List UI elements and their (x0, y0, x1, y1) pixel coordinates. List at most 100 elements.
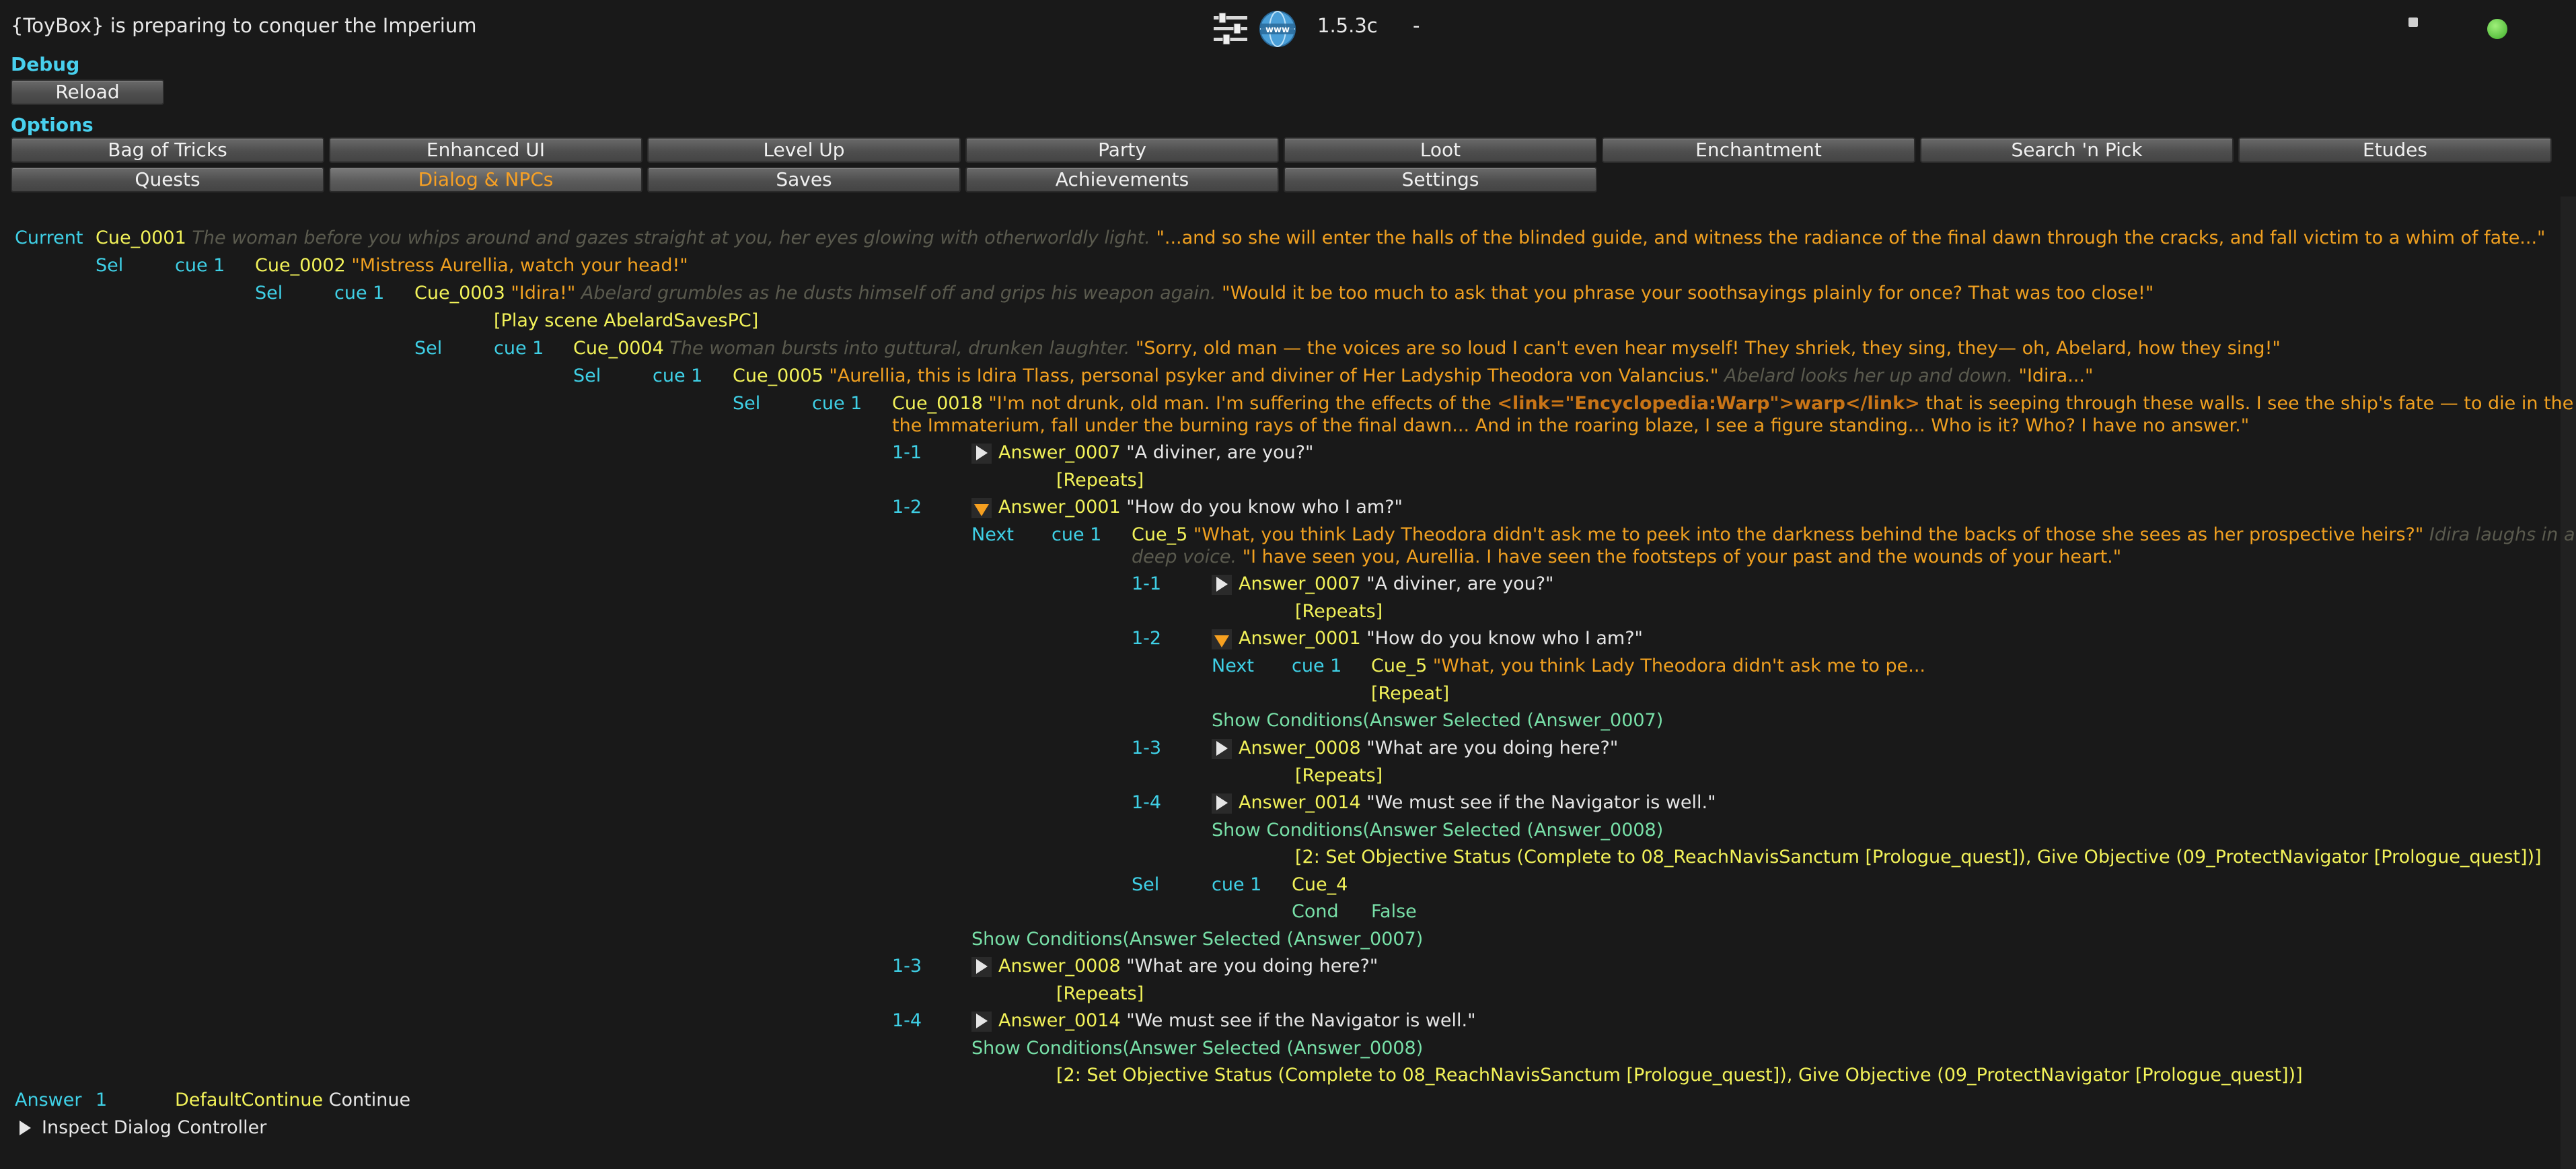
cue-text: "I'm not drunk, old man. I'm suffering t… (988, 393, 1492, 414)
options-heading: Options (11, 114, 94, 136)
sel-label[interactable]: Sel (1132, 872, 1159, 898)
sel-label[interactable]: Sel (255, 280, 283, 307)
status-green-icon (2487, 19, 2507, 39)
answer-number: 1-1 (892, 442, 922, 463)
answer-text: "A diviner, are you?" (1366, 573, 1554, 594)
tab-enhanced-ui[interactable]: Enhanced UI (329, 137, 642, 163)
cue-id: Cue_0003 (414, 283, 505, 304)
cue-id: Cue_0005 (733, 365, 823, 386)
cue-id: Cue_5 (1371, 656, 1428, 676)
cue-line-2: deep voice. "I have seen you, Aurellia. … (1132, 544, 2121, 571)
cue-count: cue 1 (1292, 656, 1342, 676)
svg-text:www: www (1265, 25, 1290, 35)
answer-number: 1-1 (1132, 573, 1162, 594)
cue-text: "...and so she will enter the halls of t… (1156, 227, 2546, 248)
cue-count: cue 1 (1212, 874, 1262, 895)
answer-number: 1-2 (1132, 628, 1162, 649)
cue-text: "What, you think Lady Theodora didn't as… (1193, 524, 2424, 545)
cue-id: Cue_0002 (255, 255, 346, 276)
answer-number: 1-2 (892, 497, 922, 518)
show-conditions: Show Conditions(Answer Selected (Answer_… (1212, 820, 1664, 841)
answer-text: "How do you know who I am?" (1126, 497, 1403, 518)
tab-achievements[interactable]: Achievements (965, 167, 1279, 192)
expand-arrow-icon[interactable] (1212, 738, 1232, 759)
expand-arrow-icon[interactable] (971, 1011, 992, 1032)
answer-id: Answer_0001 (998, 497, 1121, 518)
answer-line[interactable]: Answer_0014 "We must see if the Navigato… (1212, 789, 1716, 816)
tab-settings[interactable]: Settings (1284, 167, 1597, 192)
tab-enchantment[interactable]: Enchantment (1602, 137, 1915, 163)
tab-saves[interactable]: Saves (647, 167, 961, 192)
answer-line[interactable]: Answer_0007 "A diviner, are you?" (1212, 571, 1553, 598)
tab-loot[interactable]: Loot (1284, 137, 1597, 163)
tab-quests[interactable]: Quests (11, 167, 324, 192)
sliders-icon[interactable] (1211, 9, 1250, 48)
sel-label[interactable]: Sel (96, 252, 123, 279)
cue-id: Cue_0004 (573, 338, 664, 359)
repeats-tag: [Repeats] (1295, 601, 1383, 622)
tab-dialog-npcs[interactable]: Dialog & NPCs (329, 167, 642, 192)
expand-arrow-icon[interactable] (1212, 574, 1232, 595)
next-label: Next (1212, 656, 1254, 676)
cue-action: [Play scene AbelardSavesPC] (494, 310, 759, 331)
answer-text: "How do you know who I am?" (1366, 628, 1643, 649)
answer-number: 1-4 (892, 1010, 922, 1031)
repeats-tag: [Repeats] (1056, 983, 1144, 1004)
show-conditions: Show Conditions(Answer Selected (Answer_… (1212, 710, 1664, 731)
answer-number: 1-4 (1132, 792, 1162, 813)
cue-description: Abelard grumbles as he dusts himself off… (581, 283, 1216, 304)
objective-action: [2: Set Objective Status (Complete to 08… (1056, 1065, 2303, 1086)
cue-text-c: the Immaterium, fall under the burning r… (892, 415, 2250, 436)
answer-text: "What are you doing here?" (1366, 738, 1619, 758)
scrollbar[interactable] (2561, 197, 2576, 1169)
expand-arrow-icon[interactable] (15, 1119, 35, 1139)
answer-line[interactable]: Answer_0008 "What are you doing here?" (1212, 735, 1618, 762)
window-title: {ToyBox} is preparing to conquer the Imp… (11, 14, 477, 37)
tab-level-up[interactable]: Level Up (647, 137, 961, 163)
default-continue-line[interactable]: DefaultContinue Continue (175, 1087, 410, 1114)
expand-arrow-icon[interactable] (1212, 793, 1232, 814)
cue-text: "What, you think Lady Theodora didn't as… (1432, 656, 1926, 676)
reload-button[interactable]: Reload (11, 79, 164, 105)
tab-party[interactable]: Party (965, 137, 1279, 163)
cue-id: Cue_4 (1292, 874, 1348, 895)
sel-label[interactable]: Sel (414, 335, 442, 362)
answer-id: Answer_0007 (1239, 573, 1361, 594)
tab-etudes[interactable]: Etudes (2238, 137, 2552, 163)
answer-text: "A diviner, are you?" (1126, 442, 1314, 463)
expand-arrow-icon[interactable] (971, 956, 992, 977)
expand-arrow-icon[interactable] (971, 443, 992, 464)
tab-search-n-pick[interactable]: Search 'n Pick (1920, 137, 2234, 163)
cue-id: Cue_5 (1132, 524, 1188, 545)
answer-id: Answer_0008 (1239, 738, 1361, 758)
answer-line[interactable]: Answer_0008 "What are you doing here?" (971, 953, 1378, 980)
answer-line[interactable]: Answer_0001 "How do you know who I am?" (1212, 625, 1643, 652)
www-globe-icon[interactable]: www (1258, 9, 1297, 48)
answer-line[interactable]: Answer_0001 "How do you know who I am?" (971, 494, 1403, 521)
inspect-label: Inspect Dialog Controller (42, 1117, 267, 1138)
cue-text: "Aurellia, this is Idira Tlass, personal… (829, 365, 1719, 386)
cond-value: False (1371, 901, 1417, 922)
answer-id: Answer_0001 (1239, 628, 1361, 649)
version-label: 1.5.3c (1317, 14, 1378, 37)
collapse-arrow-icon[interactable] (1212, 629, 1232, 649)
sel-label[interactable]: Sel (733, 390, 760, 417)
cue-text-2: "I have seen you, Aurellia. I have seen … (1242, 546, 2122, 567)
default-continue-id: DefaultContinue (175, 1090, 324, 1110)
cue-count: cue 1 (812, 393, 862, 414)
inspect-dialog-controller-toggle[interactable]: Inspect Dialog Controller (15, 1114, 266, 1141)
continue-text: Continue (328, 1090, 411, 1110)
cue-line: Cue_0003 "Idira!" Abelard grumbles as he… (414, 280, 2154, 307)
answer-line[interactable]: Answer_0007 "A diviner, are you?" (971, 439, 1313, 466)
top-icons: www (1211, 9, 1297, 48)
cue-line: Cue_0002 "Mistress Aurellia, watch your … (255, 252, 688, 279)
cue-count: cue 1 (653, 365, 703, 386)
small-indicator-icon (2408, 17, 2418, 27)
answer-text: "We must see if the Navigator is well." (1126, 1010, 1476, 1031)
current-cue-line: Cue_0001 The woman before you whips arou… (96, 225, 2545, 252)
collapse-arrow-icon[interactable] (971, 497, 992, 518)
warp-link[interactable]: <link="Encyclopedia:Warp">warp</link> (1497, 393, 1919, 414)
answer-line[interactable]: Answer_0014 "We must see if the Navigato… (971, 1007, 1476, 1034)
sel-label[interactable]: Sel (573, 363, 601, 390)
tab-bag-of-tricks[interactable]: Bag of Tricks (11, 137, 324, 163)
